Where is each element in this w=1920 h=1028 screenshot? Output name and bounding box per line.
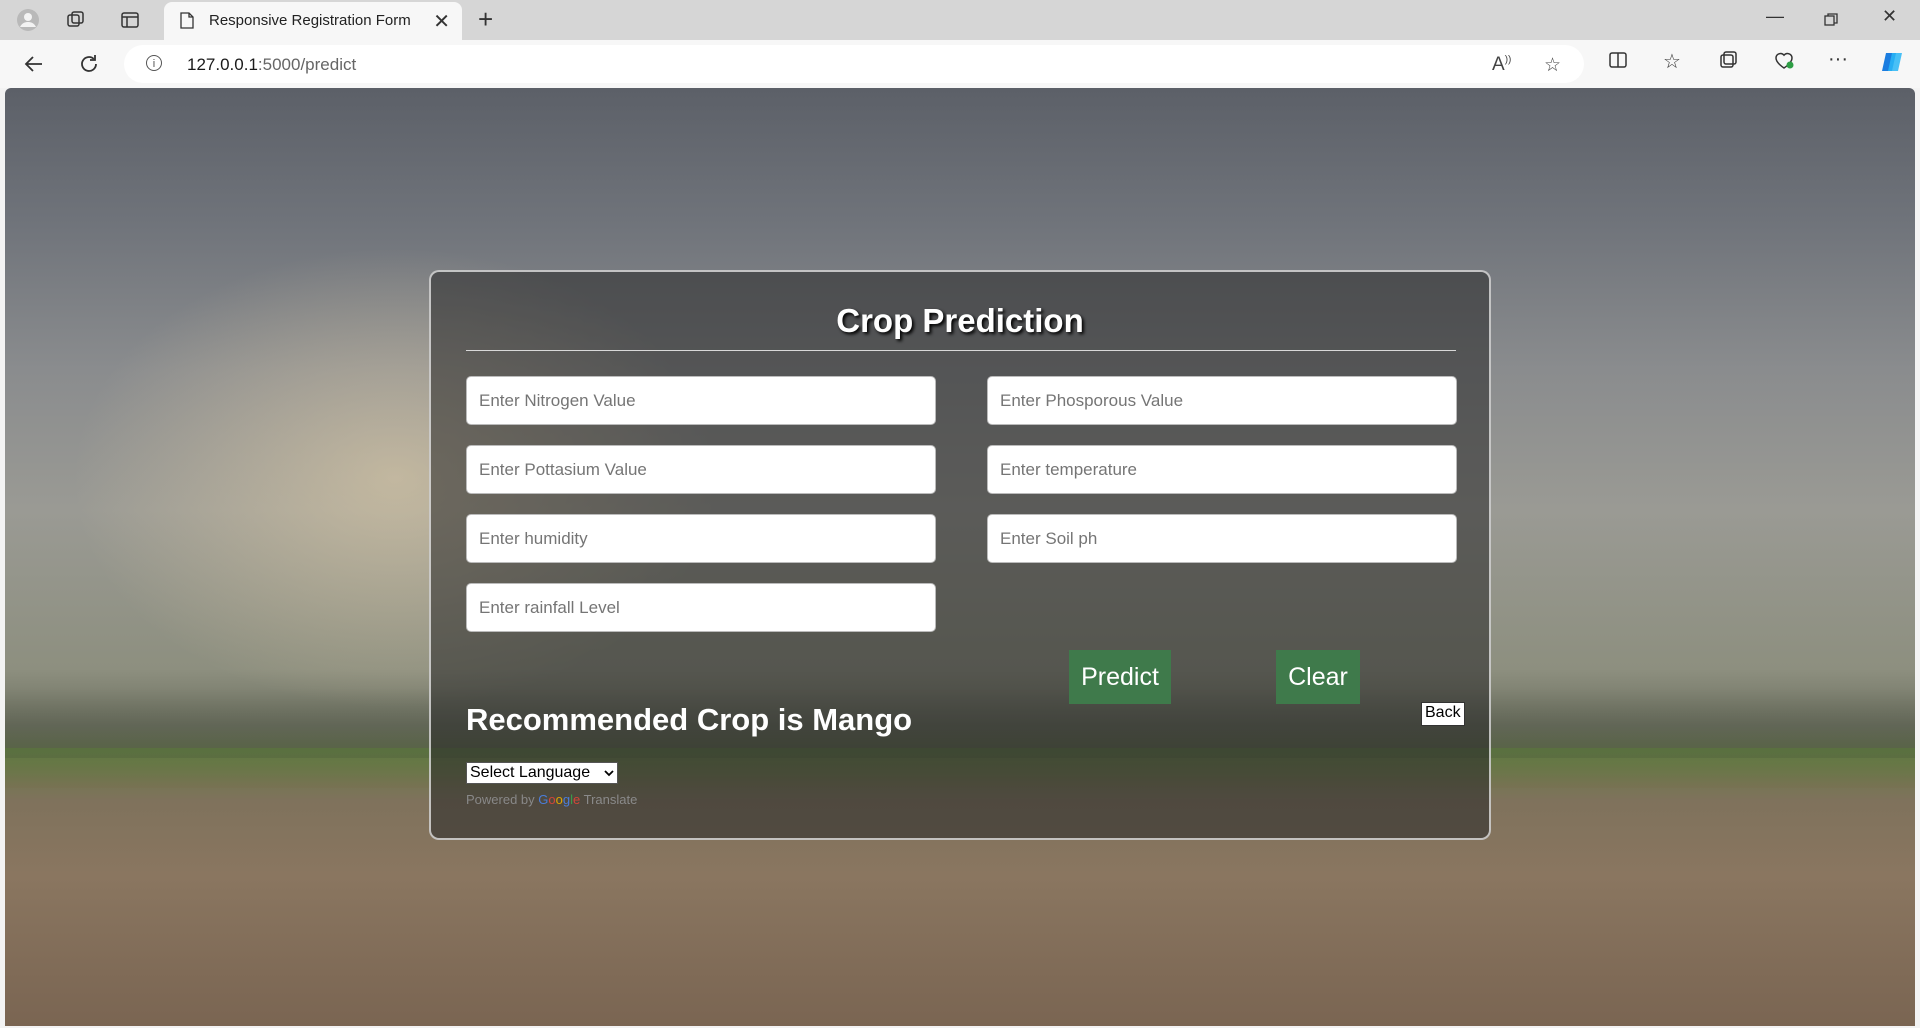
copilot-icon[interactable]	[1880, 49, 1906, 81]
more-options-icon[interactable]: ···	[1828, 48, 1848, 71]
site-info-icon[interactable]: i	[146, 55, 162, 71]
tab-title: Responsive Registration Form	[209, 12, 411, 29]
predict-button[interactable]: Predict	[1069, 650, 1171, 704]
page-viewport: Crop Prediction Predict Clear Recommende…	[5, 88, 1915, 1026]
chevron-down-icon	[604, 770, 614, 777]
page-icon	[180, 12, 194, 29]
rainfall-input[interactable]	[466, 583, 936, 632]
soil-ph-input[interactable]	[987, 514, 1457, 563]
clear-button[interactable]: Clear	[1276, 650, 1360, 704]
back-button[interactable]: Back	[1421, 702, 1465, 726]
phosphorous-input[interactable]	[987, 376, 1457, 425]
address-toolbar: i 127.0.0.1:5000/predict A)) ☆ ☆ ···	[0, 40, 1920, 88]
language-select-value: Select Language	[470, 764, 591, 781]
browser-essentials-icon[interactable]	[1773, 50, 1795, 76]
google-translate-credit: Powered by Google Translate	[466, 792, 637, 807]
vertical-tabs-icon[interactable]	[118, 8, 142, 32]
minimize-icon[interactable]: —	[1766, 6, 1784, 27]
url-field[interactable]: i 127.0.0.1:5000/predict A)) ☆	[124, 45, 1584, 83]
collections-icon[interactable]	[1718, 50, 1738, 76]
reload-icon[interactable]	[75, 50, 103, 78]
favorites-icon[interactable]: ☆	[1663, 49, 1681, 74]
crop-prediction-form: Crop Prediction Predict Clear Recommende…	[429, 270, 1491, 840]
page-title: Crop Prediction	[836, 302, 1084, 339]
favorite-star-icon[interactable]: ☆	[1544, 54, 1561, 77]
url-text: 127.0.0.1:5000/predict	[187, 55, 357, 74]
close-window-icon[interactable]: ✕	[1882, 6, 1897, 27]
temperature-input[interactable]	[987, 445, 1457, 494]
title-divider	[466, 350, 1456, 351]
prediction-result: Recommended Crop is Mango	[466, 702, 913, 737]
translate-link[interactable]: Translate	[584, 792, 638, 807]
workspaces-icon[interactable]	[64, 8, 88, 32]
profile-icon[interactable]	[16, 8, 40, 32]
nitrogen-input[interactable]	[466, 376, 936, 425]
split-screen-icon[interactable]	[1608, 50, 1628, 76]
browser-tab-bar: Responsive Registration Form ✕ + — ✕	[0, 0, 1920, 40]
close-tab-icon[interactable]: ✕	[433, 9, 450, 34]
powered-by-text: Powered by	[466, 792, 535, 807]
back-arrow-icon[interactable]	[20, 50, 48, 78]
google-logo: Google	[538, 792, 581, 807]
humidity-input[interactable]	[466, 514, 936, 563]
active-tab[interactable]: Responsive Registration Form ✕	[164, 2, 462, 40]
new-tab-icon[interactable]: +	[478, 4, 493, 35]
restore-icon[interactable]	[1823, 6, 1839, 33]
language-select[interactable]: Select Language	[466, 762, 618, 784]
read-aloud-icon[interactable]: A))	[1492, 54, 1511, 76]
potassium-input[interactable]	[466, 445, 936, 494]
